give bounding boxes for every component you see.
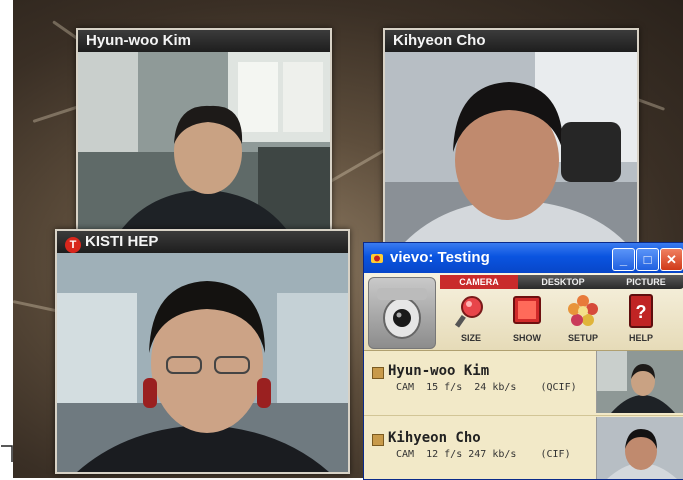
toolbar: CAMERA DESKTOP PICTURE SIZE SHOW SETUP ?… (364, 273, 683, 351)
tab-picture[interactable]: PICTURE (608, 275, 683, 289)
video-feed (57, 253, 348, 472)
participant-thumbnail[interactable] (596, 351, 683, 413)
screen-show-icon (513, 296, 541, 324)
video-feed (385, 52, 637, 242)
close-icon: ✕ (666, 252, 677, 267)
help-book-icon: ? (629, 294, 653, 328)
close-button[interactable]: ✕ (660, 248, 683, 271)
participant-row[interactable]: Kihyeon Cho CAM 12 f/s 247 kb/s (CIF) (364, 420, 594, 479)
video-tile-kihyeon-cho[interactable]: Kihyeon Cho (383, 28, 639, 244)
maximize-button[interactable]: □ (636, 248, 659, 271)
magnifier-icon (454, 296, 483, 328)
help-label: HELP (628, 333, 653, 343)
tile-name-text: KISTI HEP (85, 233, 159, 250)
window-title: vievo: Testing (390, 249, 490, 266)
minimize-button[interactable]: _ (612, 248, 635, 271)
participant-thumbnail[interactable] (596, 417, 683, 479)
video-feed (78, 52, 330, 234)
help-button[interactable]: ? HELP (614, 291, 668, 349)
vievo-app-icon (371, 254, 383, 263)
mode-tabs: CAMERA DESKTOP PICTURE (440, 275, 683, 289)
participant-row[interactable]: Hyun-woo Kim CAM 15 f/s 24 kb/s (QCIF) (364, 353, 594, 415)
participant-stats: CAM 12 f/s 247 kb/s (CIF) (396, 449, 571, 460)
maximize-icon: □ (643, 252, 652, 267)
participant-status-icon (372, 434, 384, 446)
tile-name-label: Hyun-woo Kim (78, 30, 330, 52)
setup-button[interactable]: SETUP (556, 291, 610, 349)
size-button[interactable]: SIZE (444, 291, 498, 349)
show-button[interactable]: SHOW (500, 291, 554, 349)
participant-name: Hyun-woo Kim (388, 363, 490, 379)
video-tile-hyun-woo-kim[interactable]: Hyun-woo Kim (76, 28, 332, 236)
size-label: SIZE (460, 333, 481, 343)
participant-status-icon (372, 367, 384, 379)
list-divider (364, 415, 683, 416)
setup-label: SETUP (567, 333, 598, 343)
flower-setup-icon (568, 295, 598, 326)
participant-name: Kihyeon Cho (388, 430, 481, 446)
tile-name-label: T KISTI HEP (57, 231, 348, 253)
svg-text:?: ? (636, 302, 647, 322)
minimize-icon: _ (619, 252, 628, 267)
webcam-icon (377, 288, 427, 339)
show-label: SHOW (513, 333, 541, 343)
participant-stats: CAM 15 f/s 24 kb/s (QCIF) (396, 382, 577, 393)
camera-preview-button[interactable] (368, 277, 436, 349)
tab-desktop[interactable]: DESKTOP (520, 275, 606, 289)
video-tile-kisti-hep[interactable]: T KISTI HEP (55, 229, 350, 474)
cursor-mark-icon (1, 445, 13, 462)
kisti-logo-icon: T (65, 237, 81, 253)
tile-name-label: Kihyeon Cho (385, 30, 637, 52)
tab-camera[interactable]: CAMERA (440, 275, 518, 289)
window-titlebar[interactable]: vievo: Testing _ □ ✕ (364, 243, 683, 273)
vievo-window[interactable]: vievo: Testing _ □ ✕ CAMERA DESKTOP PICT… (363, 242, 683, 480)
